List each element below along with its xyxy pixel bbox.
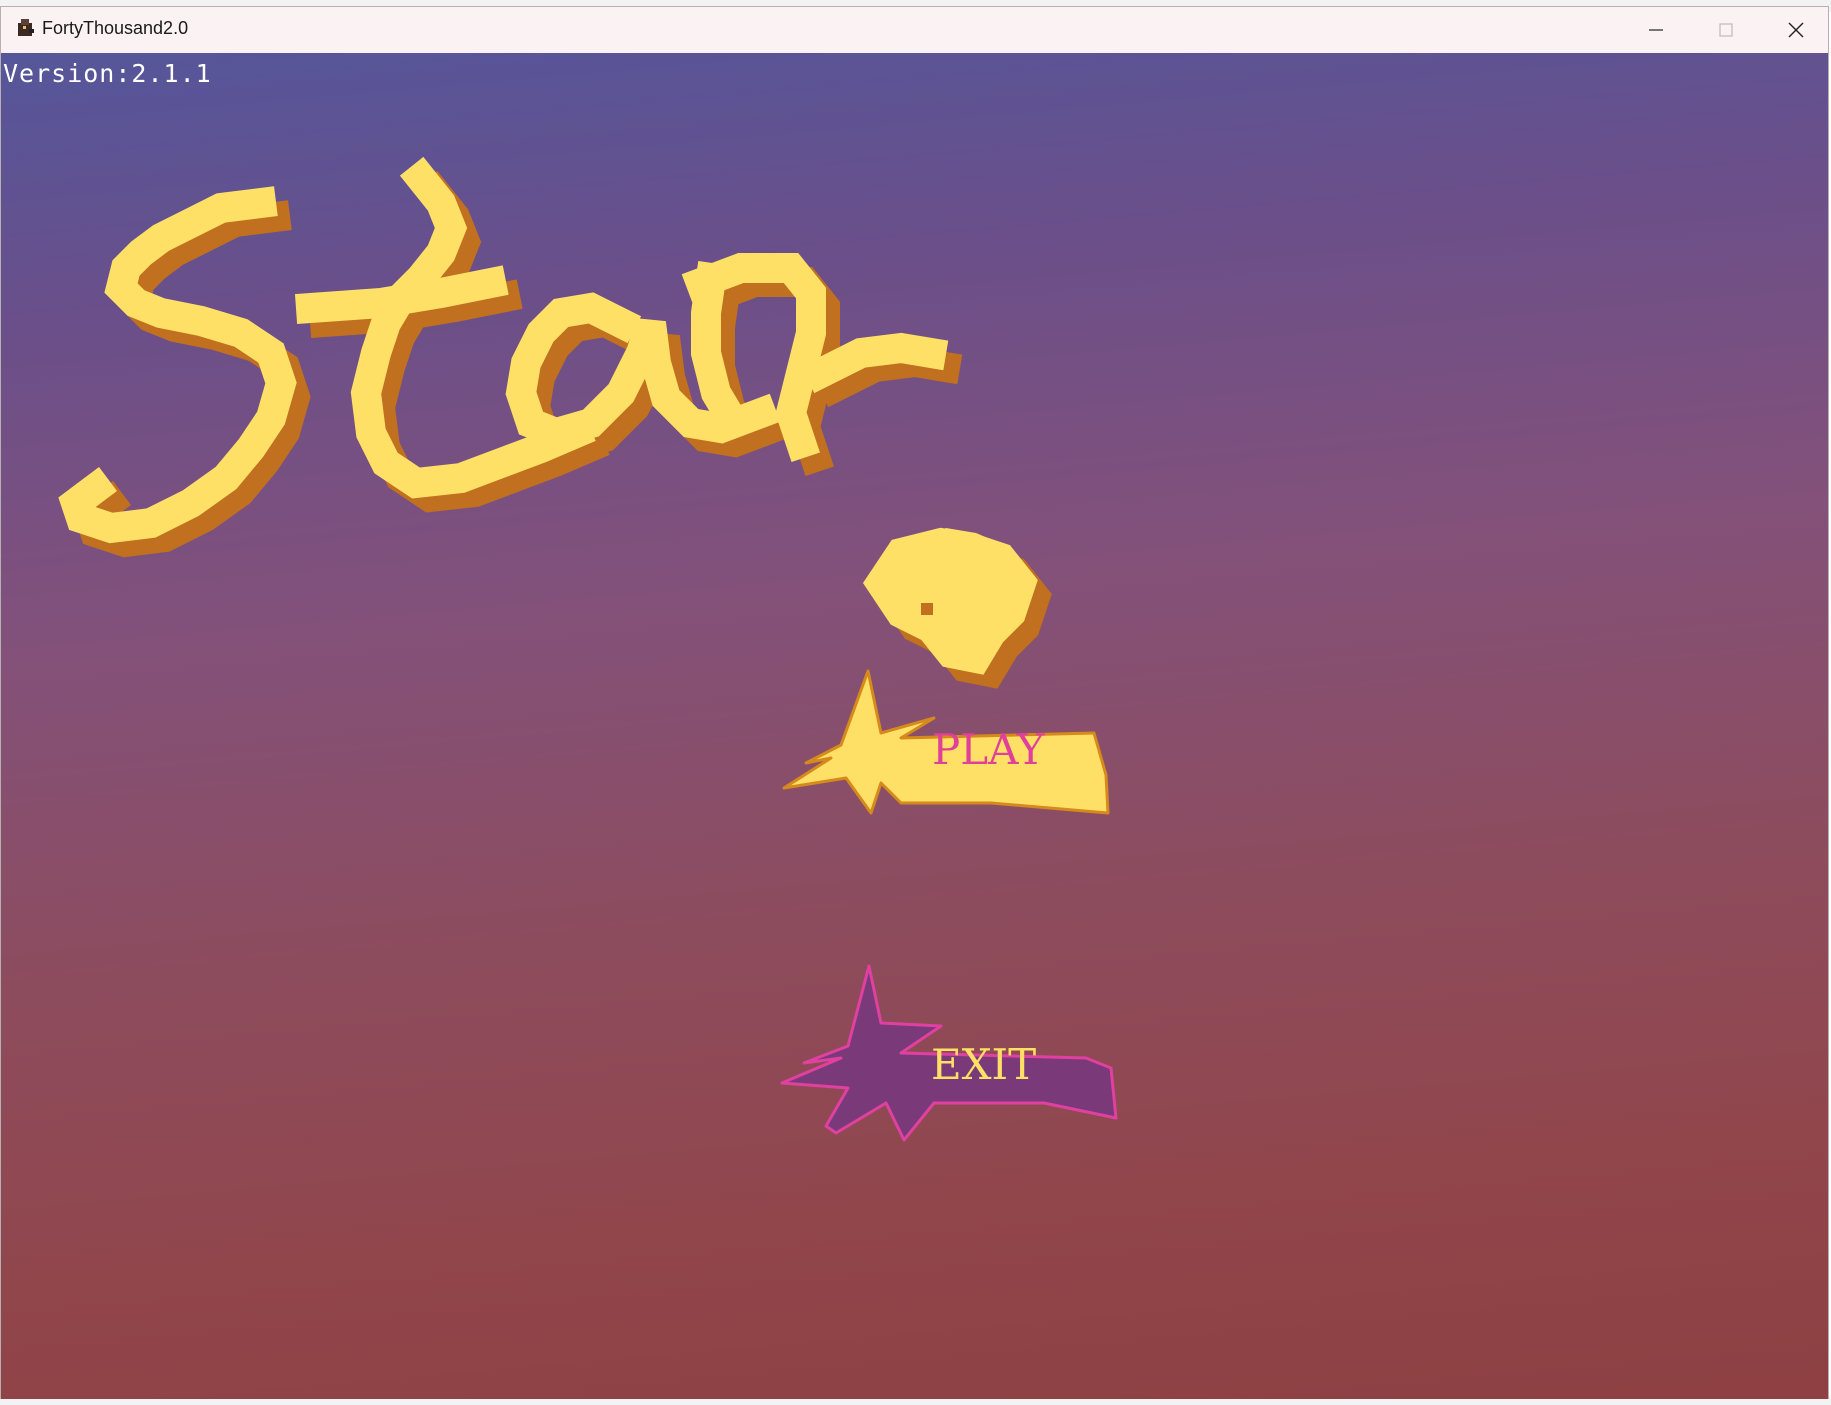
game-window: FortyThousand2.0 Version:2.1.1 PLAY EXIT [0, 6, 1829, 1399]
maximize-button[interactable] [1691, 7, 1761, 52]
window-title: FortyThousand2.0 [42, 18, 189, 38]
title-bar[interactable]: FortyThousand2.0 [1, 7, 1828, 52]
maximize-icon [1719, 22, 1733, 37]
exit-label: EXIT [931, 1040, 1037, 1089]
close-button[interactable] [1761, 7, 1831, 52]
exit-button[interactable]: EXIT [776, 958, 1121, 1148]
minimize-icon [1649, 28, 1663, 31]
minimize-button[interactable] [1621, 7, 1691, 52]
logo-fill [58, 156, 1038, 675]
close-icon [1788, 22, 1804, 37]
game-canvas[interactable]: Version:2.1.1 PLAY EXIT [1, 53, 1828, 1399]
star-logo [58, 156, 1052, 689]
play-label: PLAY [932, 725, 1045, 774]
play-button[interactable]: PLAY [776, 663, 1111, 823]
game-app-icon [18, 19, 34, 36]
